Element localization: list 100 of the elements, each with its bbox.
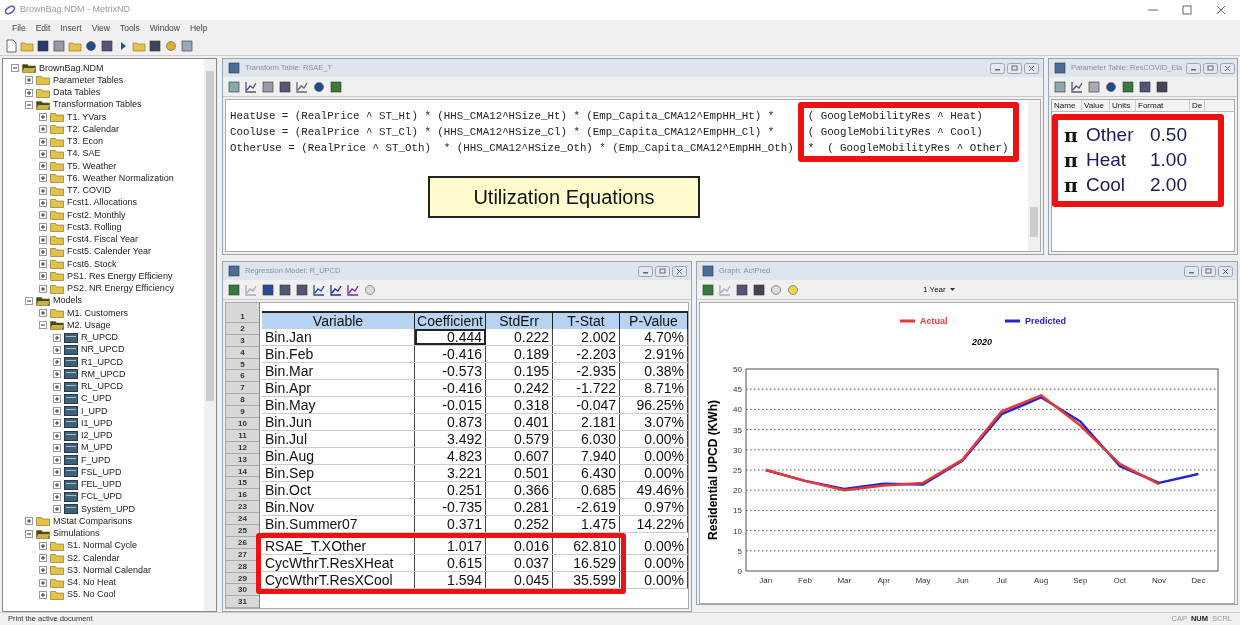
expand-icon[interactable] [25,76,33,85]
line-chart-icon[interactable] [346,282,360,297]
tree-item[interactable]: M1. Customers [67,308,128,318]
collapse-icon[interactable] [25,296,33,305]
expand-icon[interactable] [53,333,61,342]
expand-icon[interactable] [39,223,47,232]
scrollbar[interactable] [1028,100,1040,251]
expand-icon[interactable] [39,566,47,575]
expand-icon[interactable] [53,358,61,367]
tree-item[interactable]: I_UPD [81,406,108,416]
minimize-button[interactable] [638,265,653,277]
expand-icon[interactable] [53,431,61,440]
expand-icon[interactable] [39,174,47,183]
tree-item[interactable]: F_UPD [81,455,111,465]
minimize-button[interactable] [1184,265,1199,277]
expand-icon[interactable] [39,247,47,256]
tree-item[interactable]: T4. SAE [67,149,101,159]
tree-item[interactable]: Fcst5. Calender Year [67,247,152,257]
expand-icon[interactable] [39,554,47,563]
tree-item[interactable]: Fcst1. Allocations [67,198,138,208]
tree-item[interactable]: Simulations [53,529,100,539]
tree-item[interactable]: PS2. NR Energy Efficiency [67,284,174,294]
tree-item[interactable]: Fcst2. Monthly [67,210,126,220]
tree-item[interactable]: T2. Calendar [67,124,120,134]
expand-icon[interactable] [39,198,47,207]
close-button[interactable] [672,265,687,277]
expand-icon[interactable] [39,590,47,599]
tree-item[interactable]: FSL_UPD [81,467,122,477]
close-button[interactable] [1218,265,1233,277]
expand-icon[interactable] [25,517,33,526]
collapse-icon[interactable] [11,64,19,73]
tree-item[interactable]: M2. Usage [67,320,111,330]
tree-item[interactable]: Transformation Tables [53,100,142,110]
tree-item[interactable]: System_UPD [81,504,135,514]
expand-icon[interactable] [53,480,61,489]
tree-item[interactable]: T5. Weather [67,161,117,171]
tree-item[interactable]: MStat Comparisons [53,516,133,526]
tree-item[interactable]: M_UPD [81,443,113,453]
tree-item[interactable]: S4. No Heat [67,578,117,588]
column-header[interactable]: Coefficient [415,313,486,329]
tree-item[interactable]: BrownBag.NDM [39,63,104,73]
expand-icon[interactable] [39,186,47,195]
column-header[interactable]: Format [1136,100,1190,111]
expand-icon[interactable] [53,492,61,501]
residual-chart-icon[interactable] [329,282,343,297]
menu-item[interactable]: Insert [60,21,82,35]
column-header[interactable]: P-Value [620,313,688,329]
expand-icon[interactable] [39,162,47,171]
tree-item[interactable]: T3. Econ [67,137,104,147]
column-header[interactable]: Value [1082,100,1110,111]
menu-item[interactable]: Window [149,21,180,35]
expand-icon[interactable] [39,260,47,269]
chart-icon[interactable] [295,79,309,94]
tree-item[interactable]: Data Tables [53,88,101,98]
menu-item[interactable]: File [12,21,26,35]
tree-item[interactable]: Fcst4. Fiscal Year [67,235,139,245]
tree-item[interactable]: NR_UPCD [81,345,125,355]
tree-item[interactable]: RL_UPCD [81,382,123,392]
chart-icon[interactable] [312,282,326,297]
tree-item[interactable]: FCL_UPD [81,492,122,502]
collapse-icon[interactable] [25,529,33,538]
tree-item[interactable]: Fcst3. Rolling [67,222,122,232]
collapse-icon[interactable] [39,321,47,330]
expand-icon[interactable] [53,407,61,416]
column-header[interactable]: Units [1110,100,1136,111]
tree-item[interactable]: C_UPD [81,394,112,404]
close-button[interactable] [1220,62,1236,74]
expand-icon[interactable] [39,309,47,318]
tree-item[interactable]: T6. Weather Normalization [67,173,174,183]
menu-item[interactable]: Tools [119,21,140,35]
tree-item[interactable]: S3. Normal Calendar [67,565,152,575]
tree-item[interactable]: RM_UPCD [81,369,126,379]
expand-icon[interactable] [39,125,47,134]
tree-item[interactable]: T7. COVID [67,186,111,196]
tree-item[interactable]: Fcst6. Stock [67,259,117,269]
column-header[interactable]: StdErr [486,313,553,329]
minimize-button[interactable] [990,62,1005,74]
expand-icon[interactable] [53,419,61,428]
close-button[interactable] [1024,62,1039,74]
minimize-button[interactable] [1186,62,1202,74]
column-header[interactable]: Name [1052,100,1082,111]
tree-item[interactable]: S1. Normal Cycle [67,541,138,551]
tree-item[interactable]: R1_UPCD [81,357,123,367]
expand-icon[interactable] [53,456,61,465]
expand-icon[interactable] [53,345,61,354]
expand-icon[interactable] [39,149,47,158]
tree-item[interactable]: PS1. Res Energy Efficieny [67,271,173,281]
expand-icon[interactable] [39,284,47,293]
expand-icon[interactable] [39,272,47,281]
expand-icon[interactable] [53,394,61,403]
tree-item[interactable]: S2. Calendar [67,553,120,563]
menu-item[interactable]: View [91,21,110,35]
column-header[interactable]: De [1190,100,1206,111]
expand-icon[interactable] [39,113,47,122]
tree-item[interactable]: S5. No Cool [67,590,116,600]
scrollbar[interactable] [204,59,216,611]
menu-item[interactable]: Edit [35,21,51,35]
tree-item[interactable]: Parameter Tables [53,75,124,85]
tree-item[interactable]: T1. YVars [67,112,107,122]
tree-item[interactable]: I2_UPD [81,431,113,441]
